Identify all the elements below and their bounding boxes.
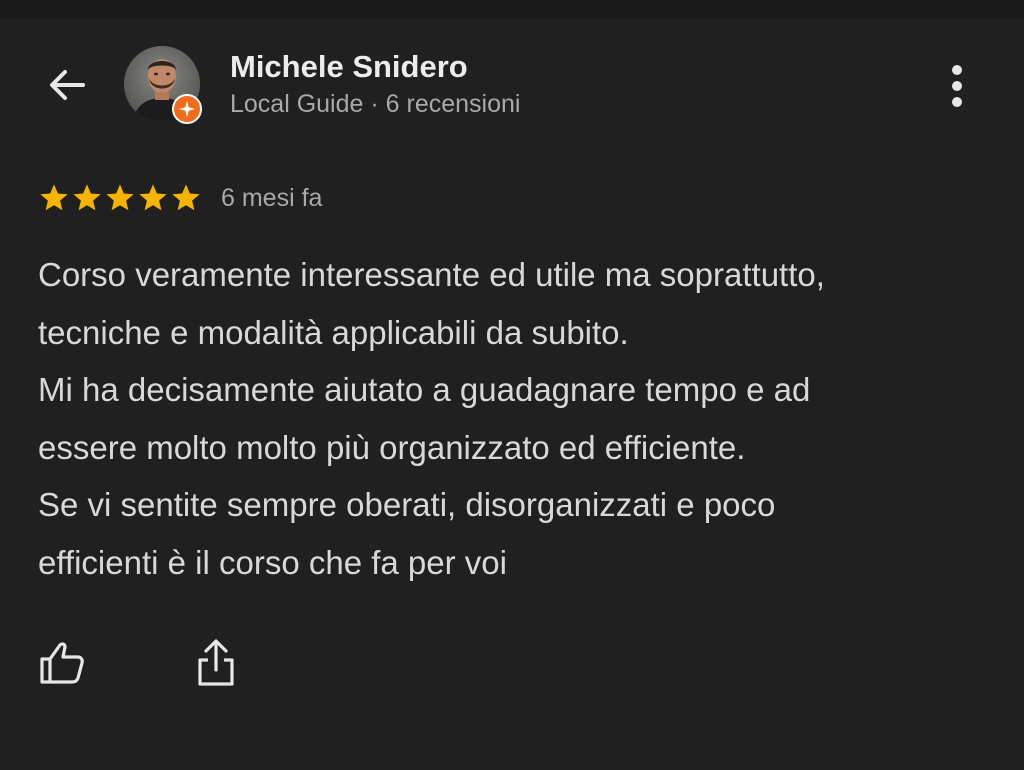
more-vertical-icon xyxy=(952,65,962,75)
local-guide-star-badge-icon xyxy=(172,94,202,124)
rating-row: 6 mesi fa xyxy=(38,180,322,216)
reviewer-avatar[interactable] xyxy=(124,46,202,124)
review-line: Mi ha decisamente aiutato a guadagnare t… xyxy=(38,371,811,408)
star-icon xyxy=(139,184,167,211)
reviewer-info: Michele Snidero Local Guide · 6 recensio… xyxy=(230,48,520,120)
star-icon xyxy=(172,184,200,211)
reviewer-meta: Local Guide · 6 recensioni xyxy=(230,90,521,118)
share-icon xyxy=(198,639,234,686)
star-icon xyxy=(106,184,134,211)
review-text: Corso veramente interessante ed utile ma… xyxy=(38,246,998,591)
star-icon xyxy=(73,184,101,211)
reviewer-name[interactable]: Michele Snidero xyxy=(230,48,520,86)
back-button[interactable] xyxy=(40,58,94,112)
more-vertical-icon-dot xyxy=(952,81,962,91)
review-screen: Michele Snidero Local Guide · 6 recensio… xyxy=(0,0,1024,770)
share-button[interactable] xyxy=(194,636,238,690)
review-line: efficienti è il corso che fa per voi xyxy=(38,543,507,581)
arrow-left-icon xyxy=(50,70,85,100)
like-button[interactable] xyxy=(38,640,88,686)
star-rating xyxy=(38,182,202,214)
more-options-button[interactable] xyxy=(934,60,980,112)
review-line: Se vi sentite sempre oberati, disorganiz… xyxy=(38,486,776,523)
more-vertical-icon-dot xyxy=(952,97,962,107)
review-line: tecniche e modalità applicabili da subit… xyxy=(38,313,629,351)
review-line: essere molto molto più organizzato ed ef… xyxy=(38,428,746,466)
star-icon xyxy=(40,184,68,211)
status-bar-strip xyxy=(0,0,1024,18)
review-time: 6 mesi fa xyxy=(221,183,323,212)
review-line: Corso veramente interessante ed utile ma… xyxy=(38,256,825,293)
thumbs-up-icon xyxy=(40,642,84,684)
